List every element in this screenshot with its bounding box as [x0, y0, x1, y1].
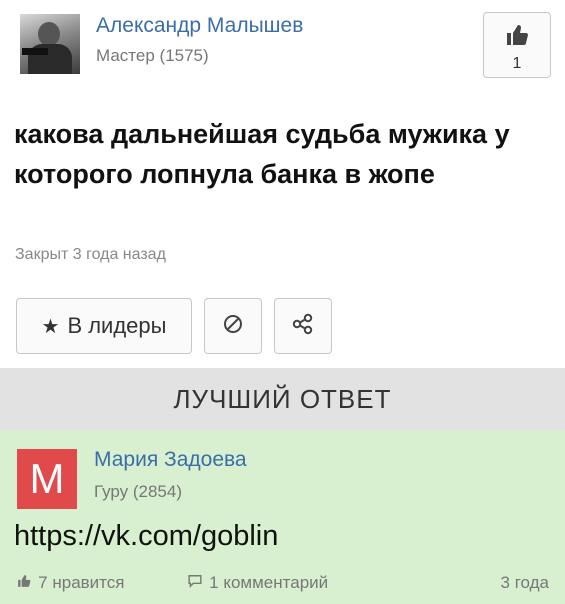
answer-time: 3 года — [500, 573, 549, 592]
block-button[interactable] — [204, 298, 262, 354]
to-leaders-label: В лидеры — [67, 313, 167, 338]
like-button[interactable]: 1 — [483, 12, 551, 78]
question-card: Александр Малышев Мастер (1575) 1 какова… — [0, 0, 565, 368]
question-author-rank: Мастер (1575) — [96, 46, 209, 65]
question-author-avatar[interactable] — [20, 14, 80, 74]
answer-author-rank: Гуру (2854) — [94, 482, 183, 501]
answer-likes[interactable]: 7 нравится — [17, 573, 124, 593]
share-icon — [291, 312, 315, 341]
answer-author-avatar[interactable]: M — [17, 449, 77, 509]
question-status: Закрыт 3 года назад — [15, 246, 166, 263]
thumbs-up-icon — [484, 23, 550, 53]
like-count: 1 — [512, 55, 522, 72]
to-leaders-button[interactable]: ★ В лидеры — [16, 298, 192, 354]
question-title: какова дальнейшая судьба мужика у которо… — [14, 119, 510, 189]
best-answer-card: M Мария Задоева Гуру (2854) https://vk.c… — [0, 430, 565, 604]
question-author-name[interactable]: Александр Малышев — [96, 14, 303, 38]
answer-text[interactable]: https://vk.com/goblin — [14, 520, 278, 553]
answer-author-name[interactable]: Мария Задоева — [94, 448, 247, 472]
best-answer-header: ЛУЧШИЙ ОТВЕТ — [0, 368, 565, 430]
star-icon: ★ — [41, 315, 60, 338]
share-button[interactable] — [274, 298, 332, 354]
comment-icon — [188, 575, 206, 592]
answer-footer: 7 нравится 1 комментарий 3 года — [0, 573, 565, 597]
answer-likes-label: 7 нравится — [38, 573, 125, 592]
answer-comments-label: 1 комментарий — [209, 573, 329, 592]
thumbs-up-icon — [17, 575, 35, 592]
answer-comments[interactable]: 1 комментарий — [188, 573, 328, 593]
block-icon — [222, 313, 244, 340]
